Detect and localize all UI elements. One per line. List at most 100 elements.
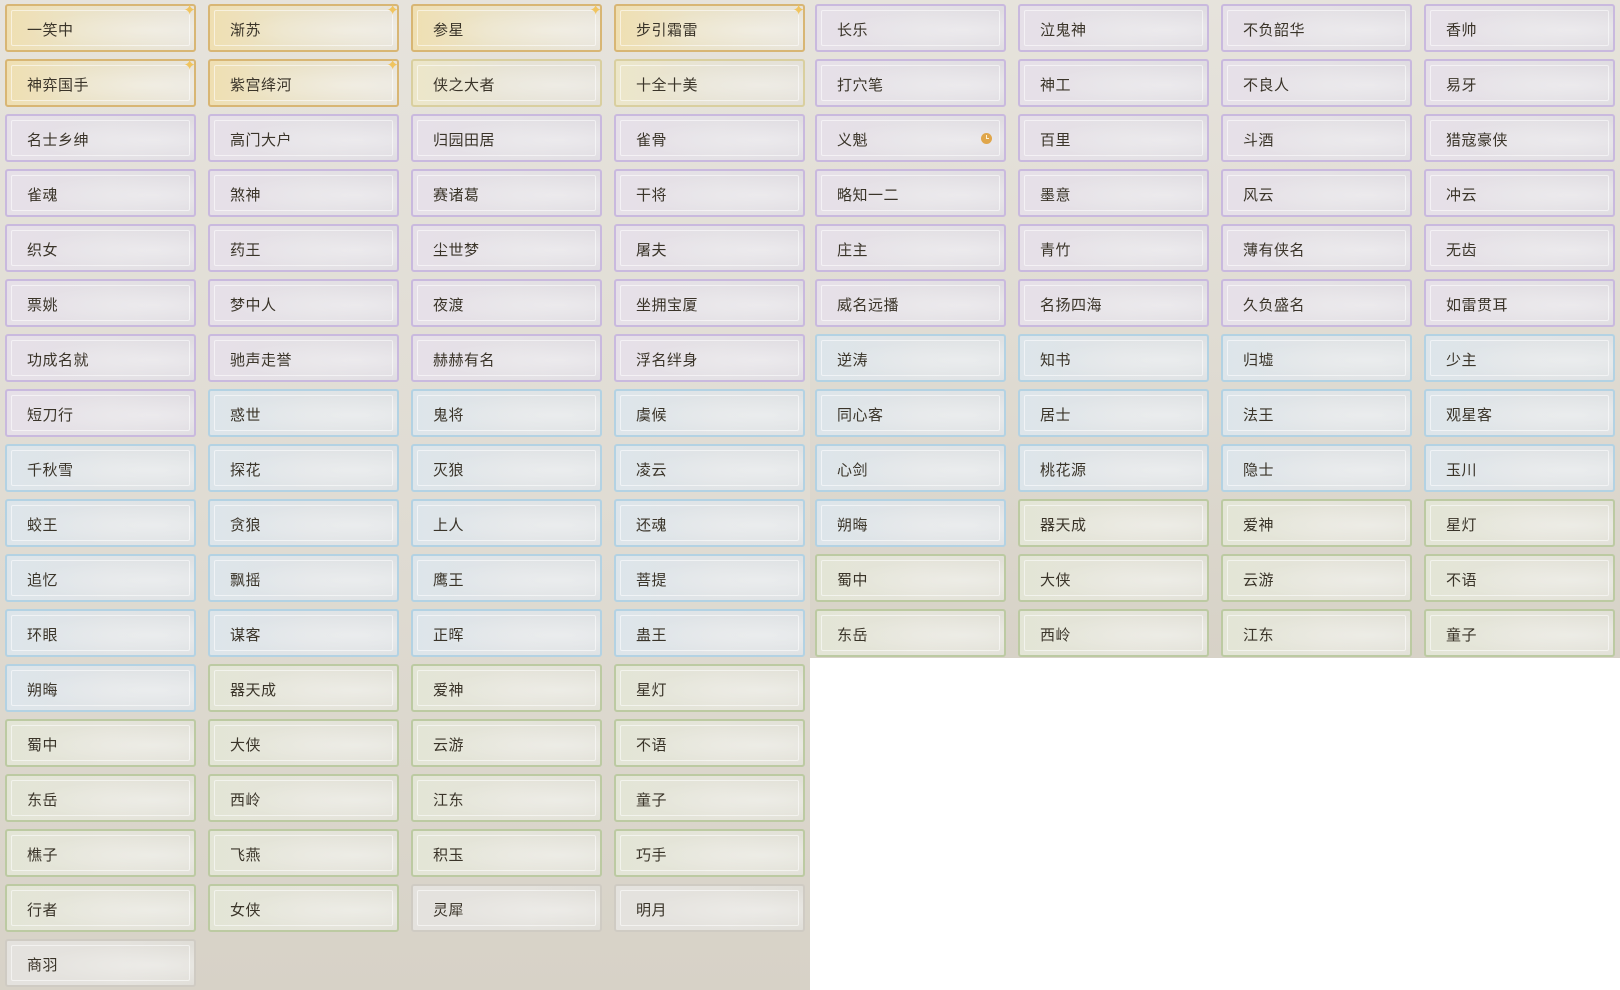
title-tile[interactable]: 短刀行 [5,389,196,437]
title-tile[interactable]: 织女 [5,224,196,272]
title-tile[interactable]: 上人 [411,499,602,547]
title-tile[interactable]: 凌云 [614,444,805,492]
title-tile[interactable]: 贪狼 [208,499,399,547]
title-tile[interactable]: 器天成 [1018,499,1209,547]
title-tile[interactable]: 同心客 [815,389,1006,437]
title-tile[interactable]: 爱神 [1221,499,1412,547]
title-tile[interactable]: 风云 [1221,169,1412,217]
title-tile[interactable]: 猎寇豪侠 [1424,114,1615,162]
title-tile[interactable]: 桃花源 [1018,444,1209,492]
title-tile[interactable]: 玉川 [1424,444,1615,492]
title-tile[interactable]: 屠夫 [614,224,805,272]
title-tile[interactable]: 灭狼 [411,444,602,492]
title-tile[interactable]: 尘世梦 [411,224,602,272]
title-tile[interactable]: 女侠 [208,884,399,932]
title-tile[interactable]: 朔晦 [5,664,196,712]
title-tile[interactable]: 少主 [1424,334,1615,382]
title-tile[interactable]: 知书 [1018,334,1209,382]
title-tile[interactable]: 梦中人 [208,279,399,327]
title-tile[interactable]: 名士乡绅 [5,114,196,162]
title-tile[interactable]: 爱神 [411,664,602,712]
title-tile[interactable]: 薄有侠名 [1221,224,1412,272]
title-tile[interactable]: 冲云 [1424,169,1615,217]
title-tile[interactable]: 煞神 [208,169,399,217]
title-tile[interactable]: 打穴笔 [815,59,1006,107]
title-tile[interactable]: 不语 [614,719,805,767]
title-tile[interactable]: 渐苏 ✦ [208,3,399,52]
title-tile[interactable]: 墨意 [1018,169,1209,217]
title-tile[interactable]: 菩提 [614,554,805,602]
title-tile[interactable]: 略知一二 [815,169,1006,217]
title-tile[interactable]: 泣鬼神 [1018,4,1209,52]
title-tile[interactable]: 居士 [1018,389,1209,437]
title-tile[interactable]: 神工 [1018,59,1209,107]
title-tile[interactable]: 飞燕 [208,829,399,877]
title-tile[interactable]: 赫赫有名 [411,334,602,382]
title-tile[interactable]: 云游 [1221,554,1412,602]
title-tile[interactable]: 药王 [208,224,399,272]
title-tile[interactable]: 追忆 [5,554,196,602]
title-tile[interactable]: 大侠 [1018,554,1209,602]
title-tile[interactable]: 侠之大者 [411,59,602,107]
title-tile[interactable]: 东岳 [5,774,196,822]
title-tile[interactable]: 夜渡 [411,279,602,327]
title-tile[interactable]: 蛟王 [5,499,196,547]
title-tile[interactable]: 环眼 [5,609,196,657]
title-tile[interactable]: 樵子 [5,829,196,877]
title-tile[interactable]: 积玉 [411,829,602,877]
title-tile[interactable]: 星灯 [1424,499,1615,547]
title-tile[interactable]: 义魁 [815,114,1006,162]
title-tile[interactable]: 参星 ✦ [411,3,602,52]
title-tile[interactable]: 探花 [208,444,399,492]
title-tile[interactable]: 久负盛名 [1221,279,1412,327]
title-tile[interactable]: 长乐 [815,4,1006,52]
title-tile[interactable]: 驰声走誉 [208,334,399,382]
title-tile[interactable]: 一笑中 ✦ [5,3,196,52]
title-tile[interactable]: 不负韶华 [1221,4,1412,52]
title-tile[interactable]: 功成名就 [5,334,196,382]
title-tile[interactable]: 蛊王 [614,609,805,657]
title-tile[interactable]: 江东 [1221,609,1412,657]
title-tile[interactable]: 蜀中 [5,719,196,767]
title-tile[interactable]: 谋客 [208,609,399,657]
title-tile[interactable]: 大侠 [208,719,399,767]
title-tile[interactable]: 无齿 [1424,224,1615,272]
title-tile[interactable]: 干将 [614,169,805,217]
title-tile[interactable]: 明月 [614,884,805,932]
title-tile[interactable]: 归墟 [1221,334,1412,382]
title-tile[interactable]: 心剑 [815,444,1006,492]
title-tile[interactable]: 坐拥宝厦 [614,279,805,327]
title-tile[interactable]: 逆涛 [815,334,1006,382]
title-tile[interactable]: 还魂 [614,499,805,547]
title-tile[interactable]: 童子 [1424,609,1615,657]
title-tile[interactable]: 斗酒 [1221,114,1412,162]
title-tile[interactable]: 行者 [5,884,196,932]
title-tile[interactable]: 江东 [411,774,602,822]
title-tile[interactable]: 赛诸葛 [411,169,602,217]
title-tile[interactable]: 雀魂 [5,169,196,217]
title-tile[interactable]: 神弈国手 ✦ [5,58,196,107]
title-tile[interactable]: 商羽 [5,939,196,987]
title-tile[interactable]: 紫宫绛河 ✦ [208,58,399,107]
title-tile[interactable]: 千秋雪 [5,444,196,492]
title-tile[interactable]: 蜀中 [815,554,1006,602]
title-tile[interactable]: 观星客 [1424,389,1615,437]
title-tile[interactable]: 百里 [1018,114,1209,162]
title-tile[interactable]: 不良人 [1221,59,1412,107]
title-tile[interactable]: 灵犀 [411,884,602,932]
title-tile[interactable]: 西岭 [1018,609,1209,657]
title-tile[interactable]: 名扬四海 [1018,279,1209,327]
title-tile[interactable]: 鬼将 [411,389,602,437]
title-tile[interactable]: 隐士 [1221,444,1412,492]
title-tile[interactable]: 易牙 [1424,59,1615,107]
title-tile[interactable]: 票姚 [5,279,196,327]
title-tile[interactable]: 雀骨 [614,114,805,162]
title-tile[interactable]: 童子 [614,774,805,822]
title-tile[interactable]: 巧手 [614,829,805,877]
title-tile[interactable]: 青竹 [1018,224,1209,272]
title-tile[interactable]: 正晖 [411,609,602,657]
title-tile[interactable]: 西岭 [208,774,399,822]
title-tile[interactable]: 浮名绊身 [614,334,805,382]
title-tile[interactable]: 香帅 [1424,4,1615,52]
title-tile[interactable]: 法王 [1221,389,1412,437]
